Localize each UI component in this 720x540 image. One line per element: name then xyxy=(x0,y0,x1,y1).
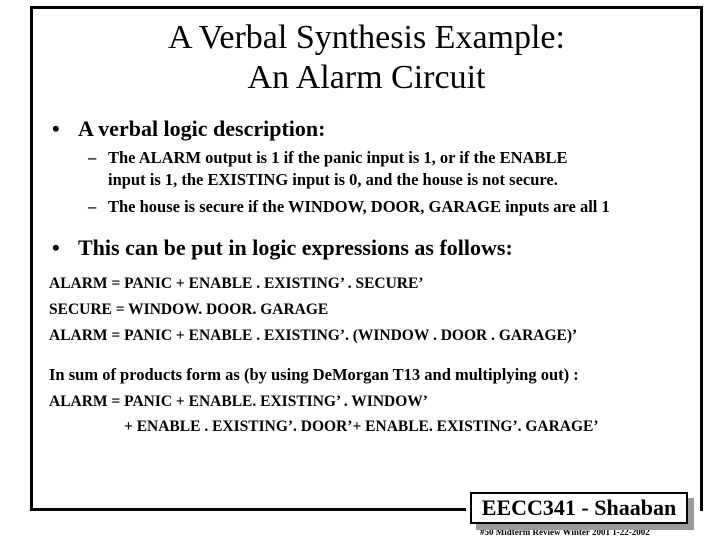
footer-course-label: EECC341 - Shaaban xyxy=(470,492,688,524)
subitem-house-secure: – The house is secure if the WINDOW, DOOR… xyxy=(88,196,610,218)
subitem-line: The house is secure if the WINDOW, DOOR,… xyxy=(108,197,610,216)
title-line-2: An Alarm Circuit xyxy=(247,59,486,96)
dash-marker: – xyxy=(88,148,97,167)
expression-secure: SECURE = WINDOW. DOOR. GARAGE xyxy=(49,301,329,318)
bullet-text: A verbal logic description: xyxy=(78,116,326,141)
title-line-1: A Verbal Synthesis Example: xyxy=(168,19,565,56)
sop-heading: In sum of products form as (by using DeM… xyxy=(49,365,579,384)
bullet-logic-expressions: • This can be put in logic expressions as… xyxy=(52,235,513,261)
bullet-marker: • xyxy=(52,116,60,141)
bullet-text: This can be put in logic expressions as … xyxy=(78,235,513,260)
subitem-alarm-output: – The ALARM output is 1 if the panic inpu… xyxy=(88,147,567,191)
dash-marker: – xyxy=(88,197,97,216)
expression-alarm-expanded: ALARM = PANIC + ENABLE . EXISTING’. (WIN… xyxy=(49,327,578,344)
subitem-line: input is 1, the EXISTING input is 0, and… xyxy=(108,170,558,189)
bullet-marker: • xyxy=(52,235,60,260)
sop-line-2: + ENABLE . EXISTING’. DOOR’+ ENABLE. EXI… xyxy=(124,418,599,435)
bullet-verbal-description: • A verbal logic description: xyxy=(52,116,325,142)
sop-line-1: ALARM = PANIC + ENABLE. EXISTING’ . WIND… xyxy=(49,393,428,410)
slide-title: A Verbal Synthesis Example: An Alarm Cir… xyxy=(30,18,703,98)
subitem-line: The ALARM output is 1 if the panic input… xyxy=(108,148,568,167)
expression-alarm: ALARM = PANIC + ENABLE . EXISTING’ . SEC… xyxy=(49,275,424,292)
